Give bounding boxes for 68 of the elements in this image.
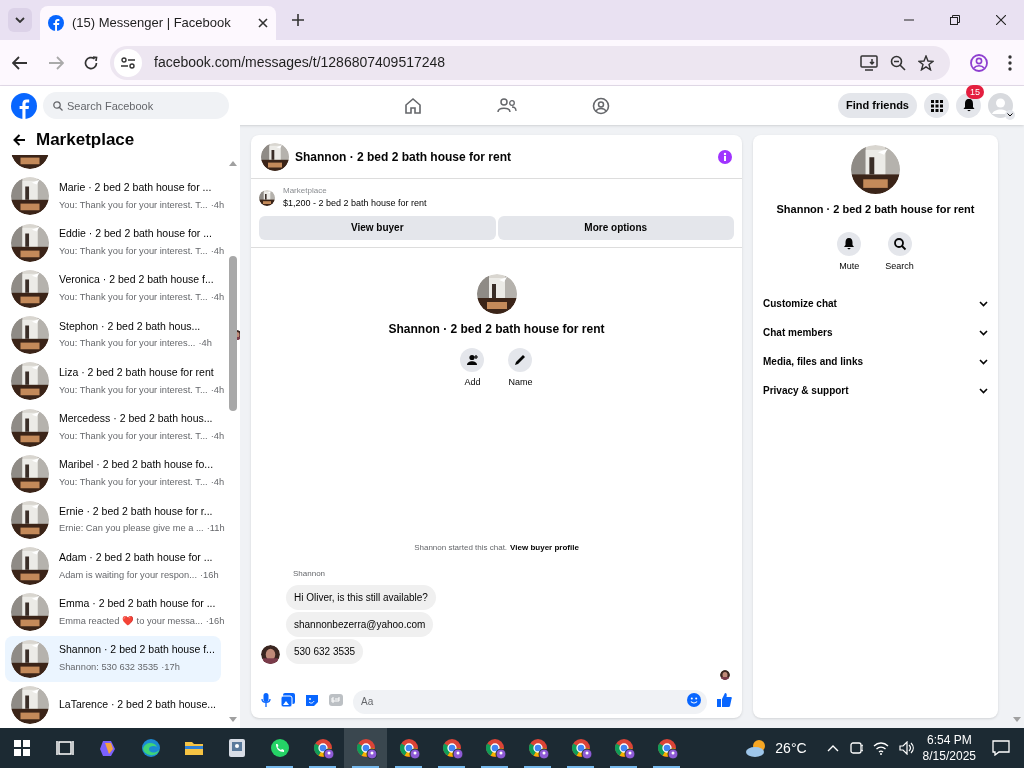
message-preview: You: Thank you for your interest. T... (59, 198, 208, 212)
conversation-title: Maribel · 2 bed 2 bath house fo... (59, 457, 215, 473)
url-text: facebook.com/messages/t/1286807409517248 (154, 53, 447, 72)
chat-intro-title: Shannon · 2 bed 2 bath house for rent (388, 320, 605, 338)
message-time: ·4h (210, 291, 225, 305)
details-title: Shannon · 2 bed 2 bath house for rent (776, 202, 975, 217)
conversation-item[interactable]: Adam · 2 bed 2 bath house for ... Adam is waiting for your respon... ·16h (5, 543, 221, 590)
sidebar-title: Marketplace (36, 129, 135, 152)
message-preview: You: Thank you for your interest. T... (59, 476, 208, 490)
conversation-title: Eddie · 2 bed 2 bath house for ... (59, 226, 213, 242)
listing-label: Marketplace (283, 185, 328, 197)
message-time: ·4h (210, 383, 225, 397)
conversation-title: Stephon · 2 bed 2 bath hous... (59, 318, 202, 334)
search-field[interactable]: Search Facebook (43, 92, 229, 119)
message-time: ·16h (199, 568, 219, 582)
message-time: ·4h (198, 337, 212, 351)
conversation-title: Shannon · 2 bed 2 bath house f... (59, 642, 215, 658)
conversation-title: Veronica · 2 bed 2 bath house f... (59, 272, 215, 288)
chat-title: Shannon · 2 bed 2 bath house for rent (295, 148, 512, 166)
conversation-title: Emma · 2 bed 2 bath house for ... (59, 596, 217, 612)
conversation-title: Marie · 2 bed 2 bath house for ... (59, 180, 213, 195)
conversation-title: Mercedess · 2 bed 2 bath hous... (59, 411, 214, 427)
temperature: 26°C (775, 738, 807, 758)
listing-button[interactable]: View buyer (259, 215, 496, 240)
action-label: Add (464, 375, 481, 389)
details-section[interactable]: Customize chat (763, 289, 988, 318)
conversation-item[interactable]: Shannon · 2 bed 2 bath house f... Shannon: 530 632 3535 ·17h (5, 635, 221, 682)
action-label: Mute (839, 259, 860, 273)
conversation-item[interactable]: LaTarence · 2 bed 2 bath house... (5, 681, 221, 728)
conversation-title: Liza · 2 bed 2 bath house for rent (59, 364, 215, 380)
message-time: ·11h (206, 522, 225, 536)
message-input[interactable]: Aa (353, 689, 707, 714)
message-time: ·4h (210, 198, 225, 212)
action-label: Search (885, 259, 914, 273)
address-bar[interactable]: facebook.com/messages/t/1286807409517248 (110, 45, 950, 80)
listing-title: $1,200 - 2 bed 2 bath house for rent (283, 197, 427, 210)
message-bubble: shannonbezerra@yahoo.com (286, 612, 434, 637)
details-section[interactable]: Privacy & support (763, 376, 988, 405)
view-buyer-profile-link[interactable]: View buyer profile (510, 542, 579, 554)
conversation-title: LaTarence · 2 bed 2 bath house... (59, 697, 217, 713)
message-time: ·16h (205, 614, 225, 628)
message-preview: Ernie: Can you please give me a ... (59, 522, 204, 536)
message-preview: You: Thank you for your interes... (59, 337, 196, 351)
conversation-title: Adam · 2 bed 2 bath house for ... (59, 549, 214, 565)
browser-tab[interactable]: (15) Messenger | Facebook (40, 6, 276, 40)
find-friends-button[interactable]: Find friends (838, 93, 917, 118)
message-preview: You: Thank you for your interest. T... (59, 383, 208, 397)
details-section[interactable]: Media, files and links (763, 347, 988, 376)
sender-name: Shannon (293, 568, 327, 580)
message-preview: Adam is waiting for your respon... (59, 568, 197, 582)
action-label: Name (508, 375, 533, 389)
listing-button[interactable]: More options (497, 215, 734, 240)
tab-title: (15) Messenger | Facebook (72, 14, 232, 33)
details-section[interactable]: Chat members (763, 318, 988, 347)
conversation-title: Ernie · 2 bed 2 bath house for r... (59, 503, 214, 519)
message-preview: Emma reacted ❤ to your messa... (59, 614, 203, 628)
message-time: ·17h (161, 661, 180, 675)
clock[interactable]: 6:54 PM 8/15/2025 (922, 732, 976, 764)
chat-notice: Shannon started this chat. (414, 542, 508, 554)
message-preview: You: Thank you for your interest. T... (59, 429, 208, 443)
message-bubble: 530 632 3535 (286, 639, 364, 664)
message-time: ·4h (210, 476, 225, 490)
message-preview: You: Thank you for your interest. T... (59, 245, 208, 258)
message-bubble: Hi Oliver, is this still available? (286, 585, 436, 610)
message-time: ·4h (210, 429, 225, 443)
message-time: ·4h (210, 245, 225, 258)
message-preview: You: Thank you for your interest. T... (59, 291, 208, 305)
message-preview: Shannon: 530 632 3535 (59, 661, 159, 675)
